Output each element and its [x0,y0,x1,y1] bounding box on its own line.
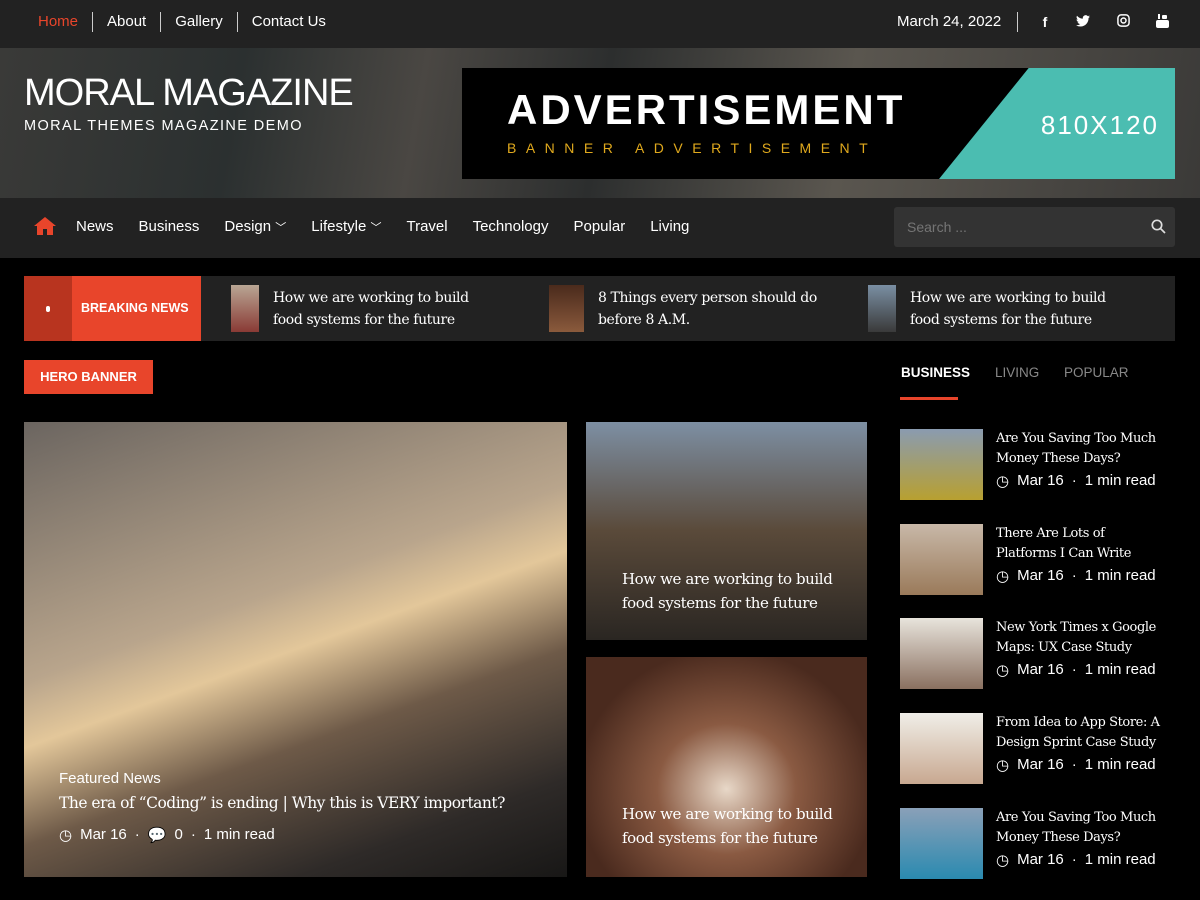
featured-title[interactable]: The era of “Coding” is ending | Why this… [59,794,505,812]
post-date: Mar 16 [80,826,127,844]
post-title: Are You Saving Too Much Money These Days… [996,429,1166,469]
ad-size: 810X120 [1041,110,1159,141]
sidebar-post[interactable]: There Are Lots of Platforms I Can Write ◷… [900,524,1175,596]
post-card[interactable]: How we are working to build food systems… [586,422,867,640]
nav-news[interactable]: News [76,218,114,235]
comment-count: 0 [174,826,182,844]
ticker-item[interactable]: How we are working to build food systems… [231,285,498,332]
post-title: Are You Saving Too Much Money These Days… [996,808,1166,848]
nav-technology[interactable]: Technology [473,218,549,235]
clock-icon: ◷ [996,756,1009,774]
post-date: Mar 16 [1017,472,1064,490]
card-title: How we are working to build food systems… [622,567,842,615]
clock-icon: ◷ [996,472,1009,490]
nav-design-label: Design [224,218,271,235]
clock-icon: ◷ [59,826,72,844]
chevron-down-icon: ﹀ [370,222,381,234]
nav-travel[interactable]: Travel [406,218,447,235]
tab-popular[interactable]: POPULAR [1064,365,1129,380]
hero-banner-label: HERO BANNER [24,360,153,394]
featured-meta: ◷Mar 16· 💬0· 1 min read [59,826,275,844]
nav-items: News Business Design ﹀ Lifestyle ﹀ Trave… [76,218,689,235]
read-time: 1 min read [1085,472,1156,490]
post-meta: ◷Mar 16·1 min read [996,472,1156,490]
sidebar-post[interactable]: New York Times x Google Maps: UX Case St… [900,618,1175,690]
top-link-contact[interactable]: Contact Us [237,12,340,32]
site-tagline: MORAL THEMES MAGAZINE DEMO [24,118,303,134]
card-title: How we are working to build food systems… [622,802,842,850]
post-thumbnail [900,618,983,689]
current-date: March 24, 2022 [897,12,1018,32]
site-title[interactable]: MORAL MAGAZINE [24,72,353,114]
chevron-down-icon: ﹀ [275,222,286,234]
ticker-item[interactable]: How we are working to build food systems… [868,285,1135,332]
active-tab-indicator [900,397,958,400]
comment-icon: 💬 [148,826,167,844]
top-link-gallery[interactable]: Gallery [160,12,237,32]
post-meta: ◷Mar 16·1 min read [996,756,1156,774]
ticker-dot [24,276,72,341]
tab-business[interactable]: BUSINESS [901,365,970,380]
ticker-title: How we are working to build food systems… [910,287,1135,331]
nav-business[interactable]: Business [139,218,200,235]
nav-lifestyle[interactable]: Lifestyle ﹀ [311,218,381,235]
nav-design[interactable]: Design ﹀ [224,218,286,235]
top-link-about[interactable]: About [92,12,160,32]
read-time: 1 min read [1085,756,1156,774]
post-date: Mar 16 [1017,756,1064,774]
read-time: 1 min read [1085,851,1156,869]
post-title: New York Times x Google Maps: UX Case St… [996,618,1166,658]
search-icon[interactable] [1151,219,1166,239]
home-icon[interactable] [34,216,56,242]
read-time: 1 min read [1085,661,1156,679]
advertisement-banner[interactable]: ADVERTISEMENT BANNER ADVERTISEMENT 810X1… [462,68,1175,179]
ticker-title: 8 Things every person should do before 8… [598,287,823,331]
post-date: Mar 16 [1017,851,1064,869]
post-meta: ◷Mar 16·1 min read [996,567,1156,585]
post-title: From Idea to App Store: A Design Sprint … [996,713,1166,753]
ticker-thumbnail [549,285,584,332]
read-time: 1 min read [204,826,275,844]
sidebar-post[interactable]: Are You Saving Too Much Money These Days… [900,429,1175,501]
twitter-icon[interactable] [1074,14,1092,30]
featured-post[interactable]: Featured News The era of “Coding” is end… [24,422,567,877]
breaking-news-label: BREAKING NEWS [72,276,201,341]
facebook-icon[interactable]: f [1036,14,1054,30]
ticker-thumbnail [231,285,259,332]
sidebar-post[interactable]: From Idea to App Store: A Design Sprint … [900,713,1175,785]
post-date: Mar 16 [1017,661,1064,679]
tab-living[interactable]: LIVING [995,365,1039,380]
nav-popular[interactable]: Popular [573,218,625,235]
post-meta: ◷Mar 16·1 min read [996,851,1156,869]
post-thumbnail [900,713,983,784]
nav-living[interactable]: Living [650,218,689,235]
clock-icon: ◷ [996,567,1009,585]
featured-category[interactable]: Featured News [59,770,161,787]
ticker-item[interactable]: 8 Things every person should do before 8… [549,285,823,332]
ad-subtitle: BANNER ADVERTISEMENT [507,140,877,156]
post-title: There Are Lots of Platforms I Can Write [996,524,1166,564]
instagram-icon[interactable] [1114,14,1132,30]
post-thumbnail [900,524,983,595]
search-input[interactable] [894,207,1175,247]
post-date: Mar 16 [1017,567,1064,585]
ticker-thumbnail [868,285,896,332]
youtube-icon[interactable] [1153,14,1171,31]
clock-icon: ◷ [996,661,1009,679]
sidebar-post[interactable]: Are You Saving Too Much Money These Days… [900,808,1175,880]
clock-icon: ◷ [996,851,1009,869]
top-links: Home About Gallery Contact Us [24,12,340,32]
ticker-title: How we are working to build food systems… [273,287,498,331]
post-thumbnail [900,808,983,879]
top-link-home[interactable]: Home [24,12,92,32]
post-thumbnail [900,429,983,500]
post-card[interactable]: How we are working to build food systems… [586,657,867,877]
post-meta: ◷Mar 16·1 min read [996,661,1156,679]
read-time: 1 min read [1085,567,1156,585]
ad-title: ADVERTISEMENT [507,86,905,134]
nav-lifestyle-label: Lifestyle [311,218,366,235]
